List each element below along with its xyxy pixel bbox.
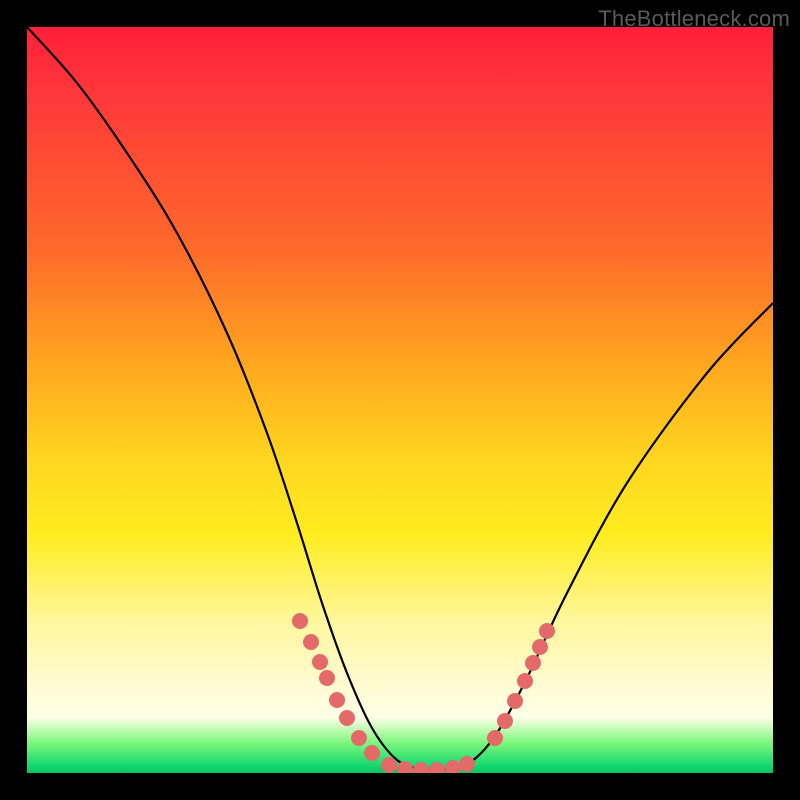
marker-dot [339,710,355,726]
marker-dot [329,692,345,708]
marker-dot [497,713,513,729]
marker-dot [351,730,367,746]
marker-dot [487,730,503,746]
marker-dot [517,673,533,689]
marker-dot [459,756,475,772]
marker-dot [312,654,328,670]
marker-dot [429,762,445,773]
plot-area [27,27,773,773]
marker-dot [397,761,413,773]
marker-dot [532,639,548,655]
marker-dot [539,623,555,639]
marker-dot [507,693,523,709]
watermark-text: TheBottleneck.com [598,6,790,32]
marker-dot [303,634,319,650]
marker-dot [445,760,461,773]
marker-dot [364,745,380,761]
bottleneck-curve [27,27,773,770]
curve-layer [27,27,773,773]
chart-stage: TheBottleneck.com [0,0,800,800]
marker-dot [292,613,308,629]
marker-group [292,613,555,773]
marker-dot [525,655,541,671]
marker-dot [319,670,335,686]
marker-dot [381,757,397,773]
marker-dot [413,762,429,773]
